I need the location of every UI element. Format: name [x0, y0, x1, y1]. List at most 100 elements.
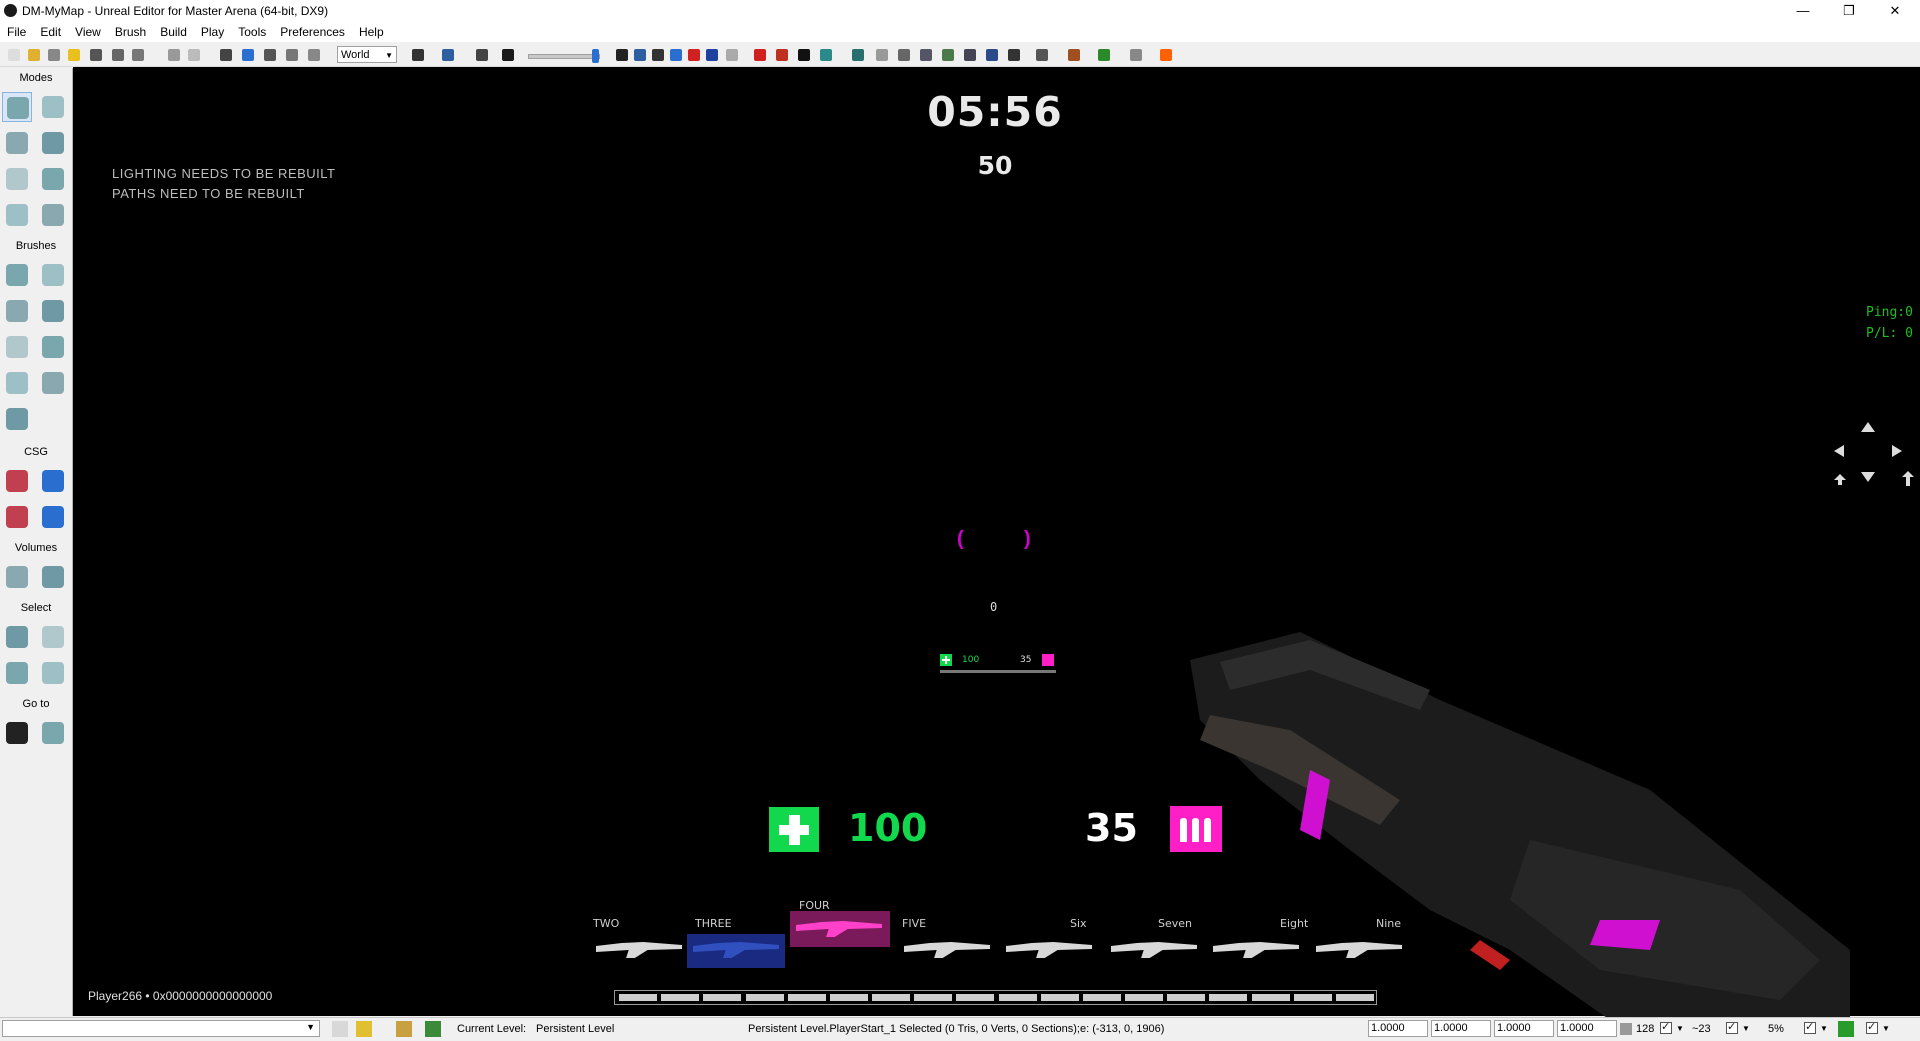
- volume-shape-icon[interactable]: [38, 562, 68, 592]
- minimize-button[interactable]: —: [1780, 0, 1826, 22]
- content-browser-icon[interactable]: [440, 47, 456, 63]
- search-icon[interactable]: [410, 47, 426, 63]
- chevron-down-icon[interactable]: ▼: [1676, 1024, 1684, 1033]
- texture-align-mode-icon[interactable]: [38, 128, 68, 158]
- arrow-down-2-icon[interactable]: [774, 47, 790, 63]
- p-icon[interactable]: [704, 47, 720, 63]
- camera-icon[interactable]: [650, 47, 666, 63]
- chevron-down-icon[interactable]: ▼: [1820, 1024, 1828, 1033]
- undo-icon[interactable]: [166, 47, 182, 63]
- geometry-mode-icon[interactable]: [38, 92, 68, 122]
- bulb-icon[interactable]: [984, 47, 1000, 63]
- play-on-console-icon[interactable]: [1096, 47, 1112, 63]
- show-selected-icon[interactable]: [2, 622, 32, 652]
- camera-mode-icon[interactable]: [2, 92, 32, 122]
- menu-build[interactable]: Build: [153, 22, 194, 42]
- menu-tools[interactable]: Tools: [231, 22, 273, 42]
- drag-grid-field-4[interactable]: 1.0000: [1557, 1020, 1617, 1037]
- grid-snap-checkbox[interactable]: [1660, 1020, 1672, 1034]
- open-icon[interactable]: [26, 47, 42, 63]
- terrain-mode-icon[interactable]: [2, 128, 32, 158]
- csg-intersect-icon[interactable]: [2, 502, 32, 532]
- build-cover-icon[interactable]: [940, 47, 956, 63]
- red-icon[interactable]: [686, 47, 702, 63]
- save-all-icon[interactable]: [110, 47, 126, 63]
- cube-brush-icon[interactable]: [2, 260, 32, 290]
- non-uniform-scale-icon[interactable]: [306, 47, 322, 63]
- scale-snap-checkbox[interactable]: [1804, 1020, 1816, 1034]
- new-icon[interactable]: [6, 47, 22, 63]
- lighting-icon[interactable]: [1006, 47, 1022, 63]
- drag-grid-field-1[interactable]: 1.0000: [1368, 1020, 1428, 1037]
- add-volume-icon[interactable]: [2, 562, 32, 592]
- autosave-checkbox[interactable]: [1866, 1020, 1878, 1034]
- menu-brush[interactable]: Brush: [108, 22, 153, 42]
- chevron-down-icon[interactable]: ▼: [1882, 1024, 1890, 1033]
- level-icon[interactable]: [474, 47, 490, 63]
- cone-brush-icon[interactable]: [38, 260, 68, 290]
- camera-speed-slider[interactable]: [528, 49, 600, 63]
- photo-icon[interactable]: [818, 47, 834, 63]
- view-icon[interactable]: [632, 47, 648, 63]
- curved-stair-icon[interactable]: [2, 296, 32, 326]
- build-paths-icon[interactable]: [918, 47, 934, 63]
- close-button[interactable]: ✕: [1872, 0, 1918, 22]
- volumetric-brush-icon[interactable]: [2, 404, 32, 434]
- menu-play[interactable]: Play: [194, 22, 231, 42]
- redo-icon[interactable]: [186, 47, 202, 63]
- realtime-audio-icon[interactable]: [332, 1021, 348, 1037]
- menu-view[interactable]: View: [68, 22, 108, 42]
- level-browser-icon[interactable]: [396, 1021, 412, 1037]
- csg-add-icon[interactable]: [2, 466, 32, 496]
- csg-deintersect-icon[interactable]: [38, 502, 68, 532]
- select-inverse-icon[interactable]: [2, 658, 32, 688]
- go-to-builder-brush-icon[interactable]: [38, 718, 68, 748]
- csg-subtract-icon[interactable]: [38, 466, 68, 496]
- light-icon[interactable]: [874, 47, 890, 63]
- rotate-icon[interactable]: [262, 47, 278, 63]
- arrow-down-icon[interactable]: [752, 47, 768, 63]
- scale-icon[interactable]: [284, 47, 300, 63]
- static-mesh-mode-icon[interactable]: [38, 164, 68, 194]
- sheet-brush-icon[interactable]: [38, 332, 68, 362]
- mesh-paint-mode-icon[interactable]: [2, 164, 32, 194]
- grid-icon[interactable]: [668, 47, 684, 63]
- rotation-snap[interactable]: ~23: [1692, 1023, 1711, 1035]
- save-icon[interactable]: [88, 47, 104, 63]
- hide-selected-icon[interactable]: [38, 622, 68, 652]
- build-all-icon[interactable]: [962, 47, 978, 63]
- star-icon[interactable]: [724, 47, 740, 63]
- black-icon[interactable]: [796, 47, 812, 63]
- render-icon[interactable]: [1034, 47, 1050, 63]
- cylinder-brush-icon[interactable]: [38, 296, 68, 326]
- menu-edit[interactable]: Edit: [33, 22, 68, 42]
- save-current-icon[interactable]: [130, 47, 146, 63]
- play-in-editor-icon[interactable]: [1066, 47, 1082, 63]
- scale-snap[interactable]: 5%: [1768, 1023, 1784, 1035]
- select-icon[interactable]: [218, 47, 234, 63]
- menu-preferences[interactable]: Preferences: [273, 22, 352, 42]
- slider-thumb[interactable]: [592, 49, 599, 63]
- path-icon[interactable]: [896, 47, 912, 63]
- kismet-icon[interactable]: [500, 47, 516, 63]
- command-combo[interactable]: ▼: [2, 1020, 320, 1037]
- sphere-brush-icon[interactable]: [38, 368, 68, 398]
- pin-icon[interactable]: [356, 1021, 372, 1037]
- foliage-mode-icon[interactable]: [38, 200, 68, 230]
- autosave-icon[interactable]: [1838, 1021, 1854, 1037]
- coordinate-system-select[interactable]: World ▼: [337, 46, 397, 63]
- restore-button[interactable]: ❐: [1826, 0, 1872, 22]
- mobile-icon[interactable]: [1158, 47, 1174, 63]
- matinee-icon[interactable]: [614, 47, 630, 63]
- menu-help[interactable]: Help: [352, 22, 391, 42]
- linear-stair-icon[interactable]: [2, 332, 32, 362]
- open-dropdown-icon[interactable]: [46, 47, 62, 63]
- rotation-snap-checkbox[interactable]: [1726, 1020, 1738, 1034]
- hide-unselected-icon[interactable]: [38, 658, 68, 688]
- grid-size[interactable]: 128: [1636, 1023, 1654, 1035]
- stop-icon[interactable]: [1128, 47, 1144, 63]
- chevron-down-icon[interactable]: ▼: [1742, 1024, 1750, 1033]
- drag-grid-field-3[interactable]: 1.0000: [1494, 1020, 1554, 1037]
- volume-mode-icon[interactable]: [2, 200, 32, 230]
- spiral-stair-icon[interactable]: [2, 368, 32, 398]
